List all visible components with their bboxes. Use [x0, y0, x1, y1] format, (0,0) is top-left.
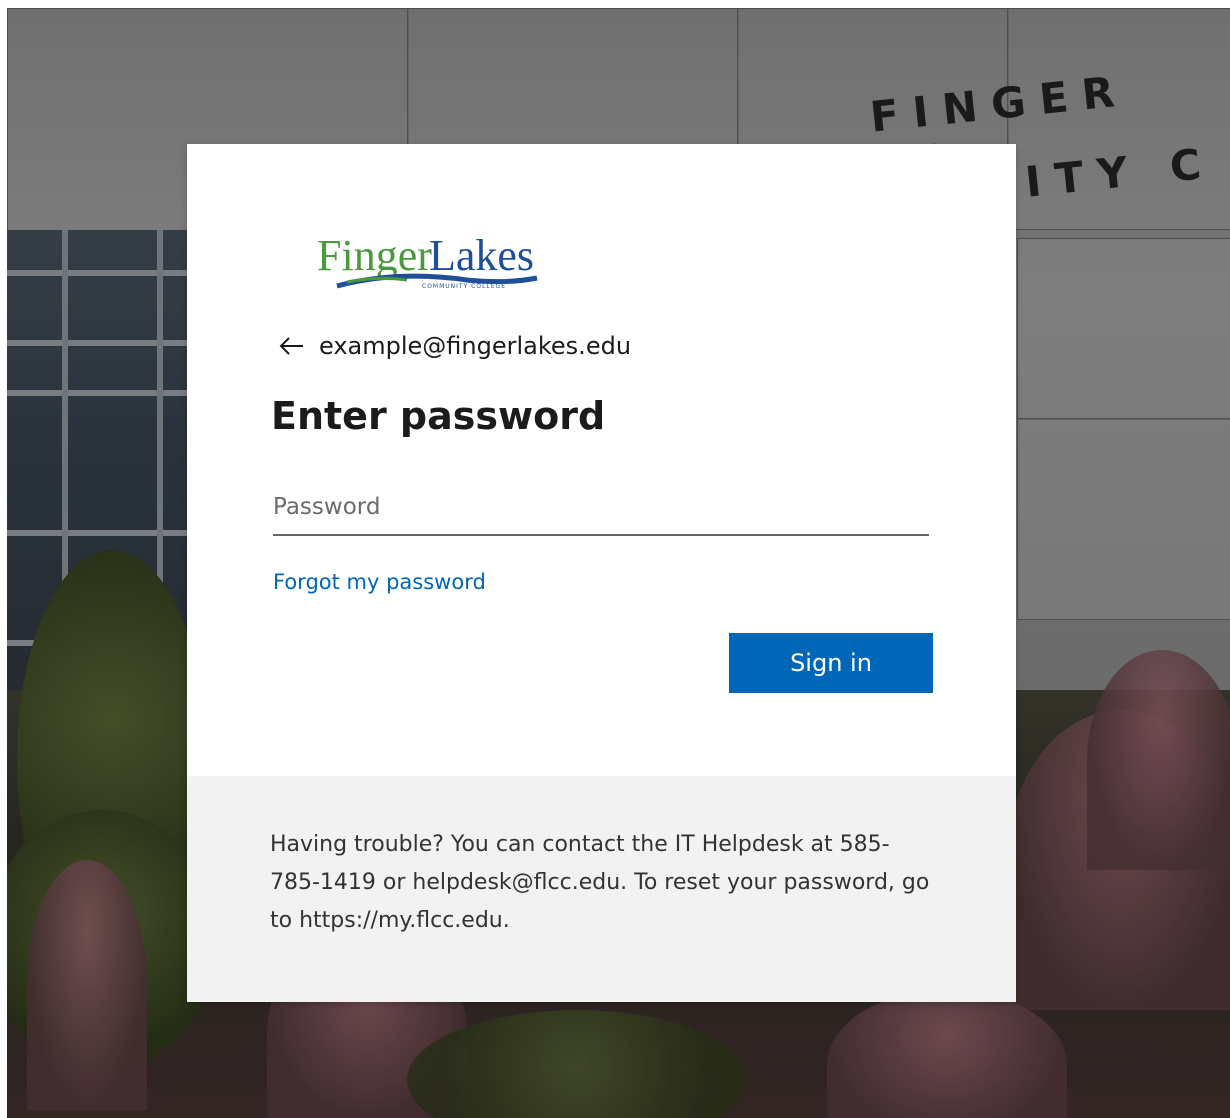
logo-word-finger: Finger	[317, 231, 432, 280]
account-back-row[interactable]: example@fingerlakes.edu	[277, 332, 631, 360]
logo-tagline: COMMUNITY COLLEGE	[422, 283, 506, 290]
password-input[interactable]	[273, 480, 929, 536]
forgot-password-link[interactable]: Forgot my password	[273, 570, 486, 594]
signin-card: Finger Lakes COMMUNITY COLLEGE example@f…	[187, 144, 1016, 1002]
help-footer: Having trouble? You can contact the IT H…	[187, 776, 1016, 1002]
back-arrow-icon[interactable]	[277, 334, 305, 358]
page-title: Enter password	[271, 394, 606, 438]
signin-button[interactable]: Sign in	[729, 633, 933, 693]
help-text: Having trouble? You can contact the IT H…	[270, 832, 930, 933]
logo-word-lakes: Lakes	[429, 231, 534, 280]
fingerlakes-logo: Finger Lakes COMMUNITY COLLEGE	[317, 231, 538, 290]
account-email: example@fingerlakes.edu	[319, 332, 632, 360]
signin-form-panel: Finger Lakes COMMUNITY COLLEGE example@f…	[187, 144, 1016, 776]
